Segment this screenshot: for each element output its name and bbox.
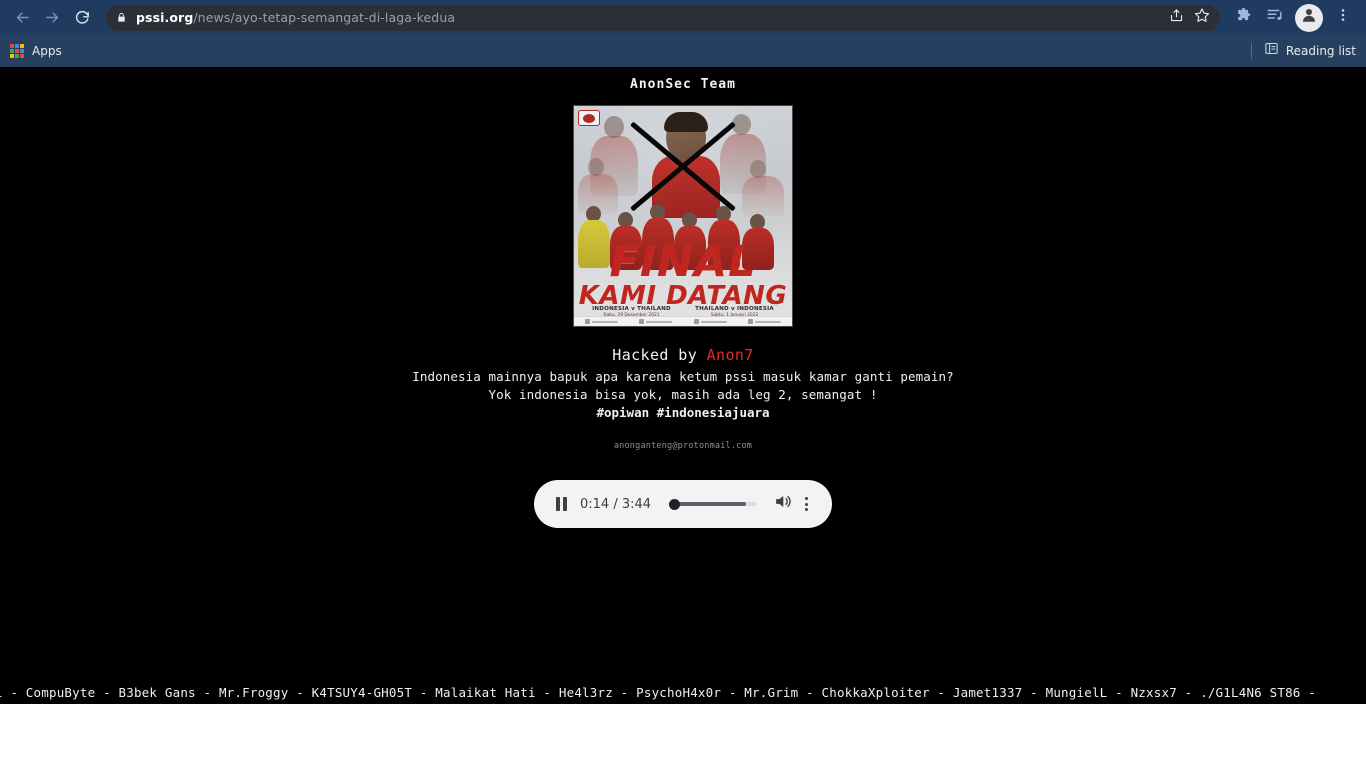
three-dot-menu-icon — [804, 497, 808, 511]
puzzle-piece-icon — [1235, 7, 1252, 29]
viewport-empty-area — [0, 704, 1366, 768]
message-line-1: Indonesia mainnya bapuk apa karena ketum… — [412, 369, 954, 384]
toolbar-divider — [1250, 43, 1252, 59]
bookmarks-bar: Apps Reading list — [0, 35, 1366, 67]
hacker-nickname: Anon7 — [706, 346, 754, 364]
browser-menu-button[interactable] — [1328, 3, 1358, 33]
audio-progress-slider[interactable] — [669, 497, 756, 511]
audio-time-display: 0:14 / 3:44 — [580, 496, 652, 512]
forward-button[interactable] — [38, 4, 66, 32]
instagram-handle-icon — [693, 319, 727, 324]
profile-button[interactable] — [1295, 3, 1323, 32]
poster-social-strip — [574, 316, 792, 326]
fixture-leg2-teams: THAILAND v INDONESIA — [695, 306, 774, 312]
share-icon — [1169, 8, 1184, 28]
url-host: pssi.org — [136, 10, 194, 25]
extensions-button[interactable] — [1228, 3, 1258, 33]
reload-button[interactable] — [68, 4, 96, 32]
address-bar[interactable]: pssi.org/news/ayo-tetap-semangat-di-laga… — [106, 4, 1220, 31]
lock-icon — [116, 11, 127, 24]
arrow-right-icon — [44, 9, 61, 26]
url-path: /news/ayo-tetap-semangat-di-laga-kedua — [193, 10, 456, 25]
back-button[interactable] — [8, 4, 36, 32]
apps-shortcut[interactable]: Apps — [10, 44, 62, 58]
avatar-icon — [1300, 6, 1318, 29]
defacement-poster: FINAL KAMI DATANG INDONESIA v THAILAND R… — [573, 105, 793, 327]
audio-menu-button[interactable] — [794, 492, 818, 516]
poster-headline: FINAL KAMI DATANG — [574, 237, 792, 309]
arrow-left-icon — [14, 9, 31, 26]
fixture-leg1-teams: INDONESIA v THAILAND — [592, 306, 671, 312]
twitter-handle-icon — [639, 319, 673, 324]
audio-player[interactable]: 0:14 / 3:44 — [534, 480, 832, 528]
browser-chrome: pssi.org/news/ayo-tetap-semangat-di-laga… — [0, 0, 1366, 67]
poster-headline-line1: FINAL — [609, 237, 757, 287]
play-pause-button[interactable] — [548, 491, 574, 517]
browser-toolbar: pssi.org/news/ayo-tetap-semangat-di-laga… — [0, 0, 1366, 35]
audio-progress-fill — [669, 502, 746, 506]
reading-list-entry[interactable]: Reading list — [1250, 41, 1356, 61]
audio-player-row: 0:14 / 3:44 — [0, 480, 1366, 528]
share-button[interactable] — [1164, 6, 1188, 30]
apps-label: Apps — [32, 44, 62, 58]
defacement-message: Hacked by Anon7 Indonesia mainnya bapuk … — [0, 346, 1366, 422]
facebook-handle-icon — [584, 319, 618, 324]
hacked-by-prefix: Hacked by — [612, 346, 707, 364]
audio-progress-knob[interactable] — [669, 499, 681, 510]
volume-button[interactable] — [770, 492, 794, 516]
contact-email: anonganteng@protonmail.com — [613, 441, 753, 451]
poster-central-figure — [652, 112, 720, 218]
reload-icon — [74, 9, 91, 26]
scrolling-credits-marquee: megai - CompuByte - B3bek Gans - Mr.Frog… — [0, 680, 1366, 704]
reading-list-panel-icon — [1264, 41, 1279, 61]
omnibox-actions — [1164, 5, 1214, 31]
youtube-handle-icon — [748, 319, 782, 324]
three-dot-menu-icon — [1335, 7, 1351, 28]
page-content: AnonSec Team FINAL KAMI DATANG INDONESIA… — [0, 67, 1366, 704]
apps-grid-icon — [10, 44, 24, 58]
poster-artwork: FINAL KAMI DATANG INDONESIA v THAILAND R… — [574, 106, 792, 326]
hacked-by-line: Hacked by Anon7 — [0, 346, 1366, 364]
url-text: pssi.org/news/ayo-tetap-semangat-di-laga… — [136, 10, 455, 25]
reading-list-button[interactable] — [1260, 3, 1290, 33]
message-hashtags: #opiwan #indonesiajuara — [596, 405, 770, 420]
star-icon — [1194, 7, 1210, 28]
bookmark-button[interactable] — [1190, 6, 1214, 30]
message-line-2: Yok indonesia bisa yok, masih ada leg 2,… — [488, 387, 878, 402]
pause-icon — [555, 497, 567, 511]
marquee-text: megai - CompuByte - B3bek Gans - Mr.Frog… — [0, 684, 1316, 700]
reading-list-label: Reading list — [1285, 44, 1356, 58]
page-title: AnonSec Team — [630, 77, 736, 92]
volume-high-icon — [773, 492, 792, 516]
reading-list-icon — [1266, 6, 1284, 29]
